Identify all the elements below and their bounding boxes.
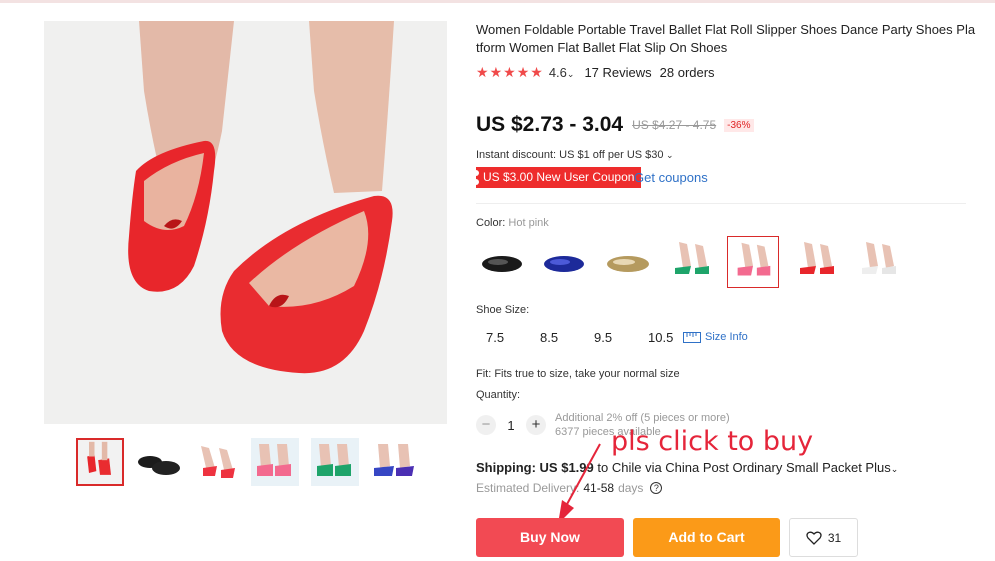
heart-icon <box>806 531 822 545</box>
quantity-label: Quantity: <box>476 389 521 401</box>
quantity-decrease-button[interactable]: − <box>476 415 496 435</box>
star-icon: ★ <box>489 64 503 80</box>
color-label: Color: Hot pink <box>476 217 549 229</box>
new-user-coupon[interactable]: US $3.00 New User Coupon <box>472 167 642 188</box>
swatch-red[interactable] <box>790 236 842 288</box>
selected-color: Hot pink <box>508 217 549 229</box>
size-option[interactable]: 7.5 <box>476 330 530 350</box>
swatch-gold[interactable] <box>602 236 654 288</box>
size-option[interactable]: 8.5 <box>530 330 584 350</box>
rating-value[interactable]: 4.6⌄ <box>549 65 575 80</box>
star-icon: ★ <box>503 64 516 80</box>
instant-discount[interactable]: Instant discount: US $1 off per US $30 ⌄ <box>476 149 674 161</box>
swatch-white[interactable] <box>852 236 904 288</box>
size-info-link[interactable]: Size Info <box>683 331 748 343</box>
discount-badge: -36% <box>724 118 754 132</box>
star-icon: ★ <box>530 64 543 80</box>
get-coupons-link[interactable]: Get coupons <box>634 170 708 185</box>
orders-count: 28 orders <box>659 64 715 80</box>
quantity-input[interactable]: 1 <box>496 418 526 433</box>
thumbnail-strip <box>76 438 456 486</box>
star-icon: ★ <box>516 64 530 80</box>
thumbnail-red[interactable] <box>76 438 124 486</box>
swatch-hot-pink[interactable] <box>727 236 779 288</box>
fit-note: Fit: Fits true to size, take your normal… <box>476 368 680 380</box>
annotation-arrow-icon <box>558 443 601 524</box>
reviews-link[interactable]: 17 Reviews <box>584 65 651 80</box>
thumbnail-blue[interactable] <box>370 438 418 486</box>
chevron-down-icon: ⌄ <box>890 464 899 474</box>
wishlist-button[interactable]: 31 <box>789 518 858 557</box>
star-icon: ★ <box>476 64 489 80</box>
top-border <box>0 0 995 3</box>
divider <box>476 203 966 204</box>
price-row: US $2.73 - 3.04 US $4.27 - 4.75 -36% <box>476 112 754 138</box>
thumbnail-pink[interactable] <box>193 438 241 486</box>
current-price: US $2.73 - 3.04 <box>476 113 624 136</box>
swatch-black[interactable] <box>476 236 528 288</box>
annotation-text: pls click to buy <box>611 426 814 457</box>
product-title: Women Foldable Portable Travel Ballet Fl… <box>476 22 976 55</box>
size-option[interactable]: 9.5 <box>584 330 638 350</box>
add-to-cart-button[interactable]: Add to Cart <box>633 518 780 557</box>
thumbnail-black[interactable] <box>134 438 182 486</box>
chevron-down-icon: ⌄ <box>566 68 575 79</box>
chevron-down-icon: ⌄ <box>663 150 674 160</box>
size-options: 7.5 8.5 9.5 10.5 <box>476 330 692 350</box>
thumbnail-light-pink[interactable] <box>251 438 299 486</box>
color-swatches <box>476 236 916 290</box>
rating-row: ★ ★ ★ ★ ★ 4.6⌄ 17 Reviews 28 orders <box>476 64 715 80</box>
wishlist-count: 31 <box>827 530 842 545</box>
quantity-increase-button[interactable]: + <box>526 415 546 435</box>
buy-now-button[interactable]: Buy Now <box>476 518 624 557</box>
rating-stars[interactable]: ★ ★ ★ ★ ★ <box>476 65 543 79</box>
swatch-green[interactable] <box>665 236 717 288</box>
ruler-icon <box>683 331 701 343</box>
quantity-stepper: − 1 + <box>476 414 546 436</box>
thumbnail-green[interactable] <box>311 438 359 486</box>
shoe-size-label: Shoe Size: <box>476 304 530 316</box>
main-product-image[interactable] <box>44 21 447 424</box>
help-icon[interactable]: ? <box>650 482 663 494</box>
original-price: US $4.27 - 4.75 <box>632 118 717 132</box>
swatch-blue[interactable] <box>538 236 590 288</box>
